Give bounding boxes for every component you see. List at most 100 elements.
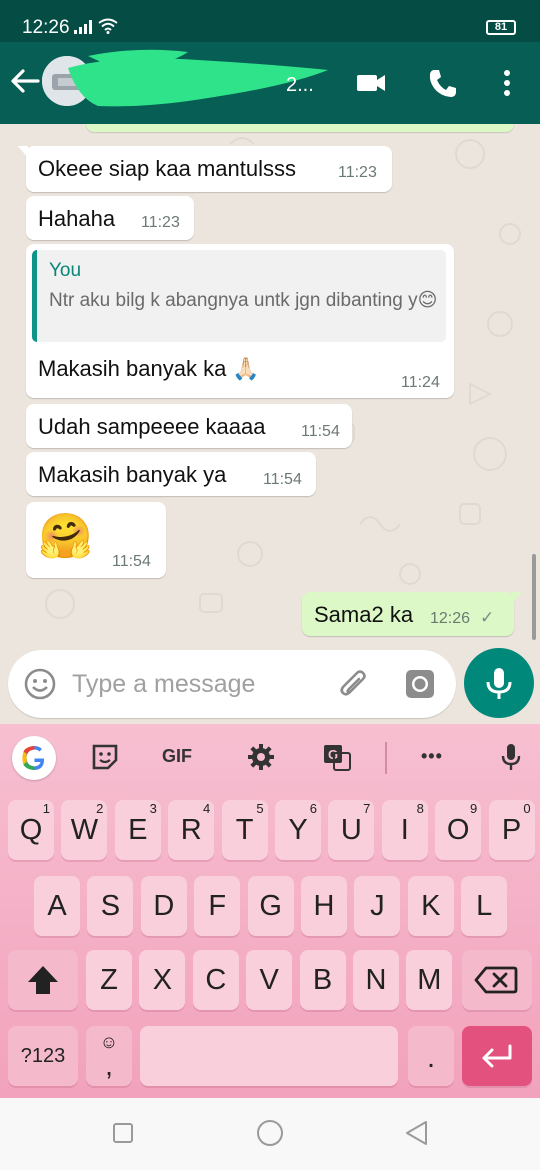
key-g[interactable]: G bbox=[247, 876, 294, 936]
key-v[interactable]: V bbox=[246, 950, 293, 1010]
key-r[interactable]: R4 bbox=[168, 800, 215, 860]
key-d-label: D bbox=[153, 890, 175, 922]
symbols-key[interactable]: ?123 bbox=[8, 1026, 78, 1086]
key-e[interactable]: E3 bbox=[114, 800, 161, 860]
key-i[interactable]: I8 bbox=[381, 800, 428, 860]
google-logo-icon bbox=[22, 746, 45, 770]
signal-icon bbox=[74, 20, 92, 34]
key-y-number-hint: 6 bbox=[309, 801, 317, 816]
settings-gear-icon[interactable] bbox=[246, 742, 276, 772]
voice-call-icon[interactable] bbox=[426, 66, 460, 100]
contact-name[interactable]: 2... bbox=[286, 74, 314, 97]
sticker-icon[interactable] bbox=[90, 742, 120, 772]
message-input[interactable]: Type a message bbox=[8, 650, 456, 718]
message-time: 11:54 bbox=[263, 471, 302, 488]
quoted-message[interactable]: You Ntr aku bilg k abangnya untk jgn dib… bbox=[32, 250, 446, 342]
microphone-icon bbox=[486, 668, 512, 699]
key-h-label: H bbox=[313, 890, 335, 922]
message-bubble-incoming[interactable]: Okeee siap kaa mantulsss 11:23 bbox=[18, 146, 392, 192]
message-list[interactable]: Okeee siap kaa mantulsss 11:23 Hahaha 11… bbox=[0, 124, 540, 648]
key-s[interactable]: S bbox=[87, 876, 134, 936]
key-a-label: A bbox=[47, 890, 67, 922]
key-l-label: L bbox=[476, 890, 493, 922]
key-g-label: G bbox=[259, 890, 282, 922]
message-bubble-emoji[interactable]: 🤗 11:54 bbox=[26, 502, 166, 578]
google-search-button[interactable] bbox=[12, 736, 56, 780]
camera-icon[interactable] bbox=[402, 666, 438, 702]
key-q-label: Q bbox=[19, 814, 43, 846]
key-x[interactable]: X bbox=[139, 950, 186, 1010]
key-p[interactable]: P0 bbox=[488, 800, 535, 860]
more-options-button[interactable]: ••• bbox=[421, 746, 443, 776]
key-f-label: F bbox=[208, 890, 227, 922]
back-arrow-icon[interactable] bbox=[8, 64, 42, 98]
recent-apps-icon[interactable] bbox=[112, 1122, 134, 1144]
key-n[interactable]: N bbox=[353, 950, 399, 1010]
message-time: 12:26 bbox=[430, 610, 471, 627]
key-j[interactable]: J bbox=[354, 876, 401, 936]
keyboard-toolbar: GIF G ••• bbox=[0, 724, 540, 790]
key-o[interactable]: O9 bbox=[435, 800, 482, 860]
key-f[interactable]: F bbox=[194, 876, 241, 936]
gif-button[interactable]: GIF bbox=[162, 746, 192, 776]
quote-text: Ntr aku bilg k abangnya untk jgn dibanti… bbox=[49, 290, 438, 311]
translate-icon[interactable]: G bbox=[322, 742, 352, 772]
key-u[interactable]: U7 bbox=[328, 800, 375, 860]
message-text: Hahaha bbox=[38, 206, 116, 231]
backspace-key[interactable] bbox=[462, 950, 532, 1010]
wifi-icon bbox=[98, 18, 118, 34]
message-time: 11:54 bbox=[301, 423, 340, 440]
key-w-label: W bbox=[70, 814, 99, 846]
back-nav-icon[interactable] bbox=[402, 1119, 430, 1147]
menu-dots-icon[interactable] bbox=[490, 66, 524, 100]
symbols-key-label: ?123 bbox=[20, 1045, 66, 1067]
emoji-icon[interactable] bbox=[22, 666, 58, 702]
key-e-number-hint: 3 bbox=[149, 801, 157, 816]
message-text: Okeee siap kaa mantulsss bbox=[38, 156, 297, 181]
key-o-label: O bbox=[446, 814, 470, 846]
system-nav-bar bbox=[0, 1098, 540, 1170]
key-p-label: P bbox=[501, 814, 522, 846]
composer-bar: Type a message bbox=[0, 648, 540, 724]
key-x-label: X bbox=[152, 964, 173, 996]
message-text: Makasih banyak ka 🙏🏻 bbox=[38, 356, 260, 381]
key-l[interactable]: L bbox=[461, 876, 508, 936]
key-t[interactable]: T5 bbox=[221, 800, 268, 860]
key-w[interactable]: W2 bbox=[61, 800, 108, 860]
key-k[interactable]: K bbox=[407, 876, 454, 936]
key-d[interactable]: D bbox=[140, 876, 187, 936]
attachment-icon[interactable] bbox=[336, 666, 372, 702]
key-m[interactable]: M bbox=[406, 950, 453, 1010]
enter-key[interactable] bbox=[462, 1026, 532, 1086]
voice-record-button[interactable] bbox=[464, 648, 534, 718]
key-i-label: I bbox=[400, 814, 409, 846]
toolbar-divider bbox=[385, 742, 387, 774]
message-bubble-incoming[interactable]: Hahaha 11:23 bbox=[26, 196, 194, 240]
sent-check-icon: ✓ bbox=[480, 608, 495, 627]
space-bar[interactable] bbox=[140, 1026, 398, 1086]
key-b[interactable]: B bbox=[299, 950, 346, 1010]
video-call-icon[interactable] bbox=[354, 66, 388, 100]
key-a[interactable]: A bbox=[34, 876, 80, 936]
period-key[interactable]: . bbox=[408, 1026, 454, 1086]
message-time: 11:54 bbox=[112, 553, 151, 570]
message-bubble-reply[interactable]: You Ntr aku bilg k abangnya untk jgn dib… bbox=[26, 244, 454, 398]
message-time: 11:23 bbox=[141, 214, 180, 231]
message-bubble-incoming[interactable]: Udah sampeeee kaaaa 11:54 bbox=[26, 404, 352, 448]
key-q[interactable]: Q1 bbox=[8, 800, 54, 860]
message-text: Sama2 ka bbox=[314, 602, 414, 627]
period-label: . bbox=[426, 1042, 436, 1074]
emoji-comma-key[interactable]: ☺ , bbox=[86, 1026, 132, 1086]
key-h[interactable]: H bbox=[301, 876, 347, 936]
key-z[interactable]: Z bbox=[86, 950, 132, 1010]
scrollbar[interactable] bbox=[532, 554, 536, 640]
key-c[interactable]: C bbox=[192, 950, 239, 1010]
home-icon[interactable] bbox=[256, 1119, 284, 1147]
key-y[interactable]: Y6 bbox=[275, 800, 321, 860]
key-t-number-hint: 5 bbox=[256, 801, 264, 816]
voice-typing-icon[interactable] bbox=[496, 742, 526, 772]
status-time: 12:26 bbox=[22, 17, 70, 38]
shift-key[interactable] bbox=[8, 950, 78, 1010]
message-bubble-incoming[interactable]: Makasih banyak ya 11:54 bbox=[26, 452, 316, 496]
message-bubble-outgoing[interactable]: Sama2 ka 12:26 ✓ bbox=[302, 592, 522, 636]
